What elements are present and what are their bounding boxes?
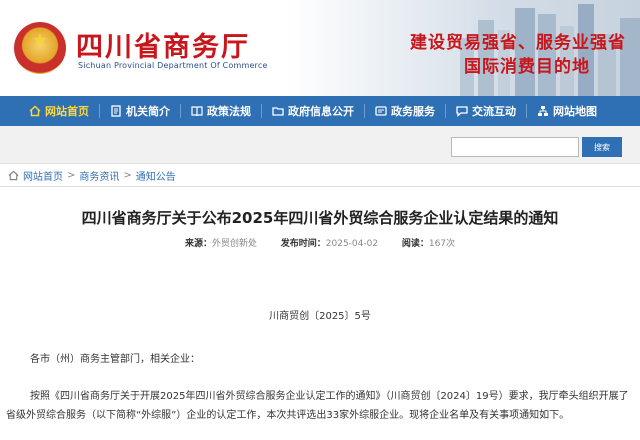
nav-item-about[interactable]: 机关简介 (103, 96, 177, 126)
nav-item-label: 政策法规 (207, 105, 251, 118)
nav-item-sitemap[interactable]: 网站地图 (530, 96, 604, 126)
slogan-line-1: 建设贸易强省、服务业强省 (410, 33, 626, 53)
breadcrumb: 网站首页 > 商务资讯 > 通知公告 (8, 168, 176, 183)
book-icon (191, 106, 203, 117)
breadcrumb-separator: > (123, 170, 132, 181)
addressee-line: 各市（州）商务主管部门，相关企业： (30, 354, 200, 365)
national-emblem-logo: ★ (14, 22, 66, 74)
nav-divider (99, 104, 100, 118)
nav-item-info-disclosure[interactable]: 政府信息公开 (265, 96, 361, 126)
search-input[interactable] (451, 137, 579, 157)
nav-item-label: 政府信息公开 (288, 105, 354, 118)
article-meta: 来源：外贸创新处 发布时间：2025-04-02 阅读：167次 (0, 236, 640, 249)
nav-item-label: 机关简介 (126, 105, 170, 118)
home-icon (8, 170, 19, 181)
breadcrumb-home[interactable]: 网站首页 (23, 168, 63, 183)
article-body-paragraph: 按照《四川省商务厅关于开展2025年四川省外贸综合服务企业认定工作的通知》（川商… (6, 391, 629, 421)
search-button[interactable]: 搜索 (582, 137, 622, 157)
breadcrumb-notices[interactable]: 通知公告 (136, 168, 176, 183)
source-value: 外贸创新处 (211, 239, 257, 249)
nav-divider (261, 104, 262, 118)
sitemap-icon (538, 106, 548, 116)
nav-divider (445, 104, 446, 118)
nav-item-label: 政务服务 (391, 105, 435, 118)
source-label: 来源： (184, 239, 212, 249)
main-nav: 网站首页 机关简介 政策法规 政府信息公开 政务服务 交流互动 网站地图 (0, 96, 640, 126)
nav-item-home[interactable]: 网站首页 (22, 96, 96, 126)
slogan-line-2: 国际消费目的地 (464, 57, 590, 77)
service-icon (375, 106, 387, 116)
date-label: 发布时间： (280, 239, 326, 249)
nav-item-label: 网站地图 (553, 105, 597, 118)
site-title[interactable]: 四川省商务厅 (76, 25, 250, 64)
nav-divider (180, 104, 181, 118)
home-icon (29, 105, 41, 117)
date-value: 2025-04-02 (325, 239, 379, 249)
site-header: ★ 四川省商务厅 Sichuan Provincial Department O… (0, 0, 640, 96)
folder-icon (272, 107, 284, 116)
site-subtitle: Sichuan Provincial Department Of Commerc… (78, 61, 268, 70)
views-label: 阅读： (401, 239, 429, 249)
breadcrumb-news[interactable]: 商务资讯 (79, 168, 119, 183)
nav-item-label: 交流互动 (472, 105, 516, 118)
document-number: 川商贸创〔2025〕5号 (269, 311, 371, 322)
nav-item-policy[interactable]: 政策法规 (184, 96, 258, 126)
nav-item-interaction[interactable]: 交流互动 (449, 96, 523, 126)
nav-divider (364, 104, 365, 118)
breadcrumb-separator: > (67, 170, 76, 181)
document-icon (111, 105, 121, 117)
nav-item-services[interactable]: 政务服务 (368, 96, 442, 126)
nav-item-label: 网站首页 (45, 105, 89, 118)
views-value: 167次 (428, 239, 456, 249)
chat-icon (456, 106, 468, 117)
breadcrumb-divider (0, 186, 640, 187)
nav-divider (526, 104, 527, 118)
search-bar-area: 搜索 (0, 126, 640, 164)
article-title: 四川省商务厅关于公布2025年四川省外贸综合服务企业认定结果的通知 (81, 209, 559, 227)
